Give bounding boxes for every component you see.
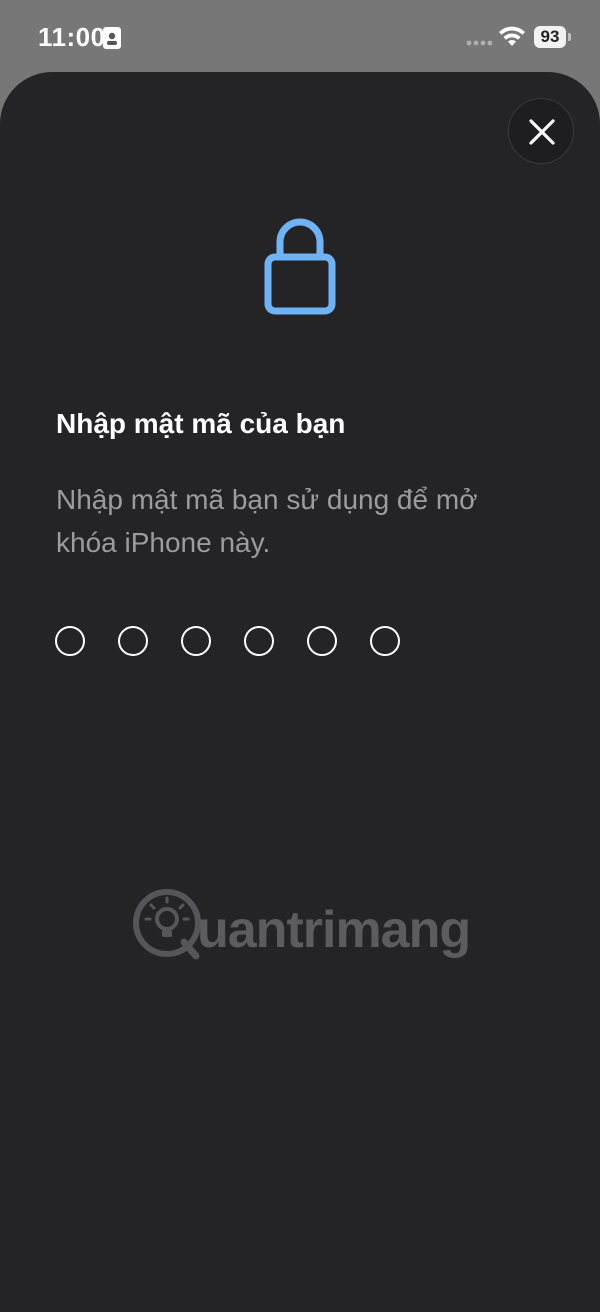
- battery-tip: [568, 33, 571, 41]
- passcode-dots[interactable]: [55, 626, 400, 658]
- wifi-icon: [499, 26, 525, 46]
- status-bar: 11:00 93: [0, 0, 600, 72]
- page-subtitle: Nhập mật mã bạn sử dụng để mở khóa iPhon…: [56, 484, 478, 558]
- status-time: 11:00: [38, 22, 106, 52]
- page-title: Nhập mật mã của bạn: [56, 408, 346, 439]
- lock-icon: [264, 218, 336, 315]
- passcode-dot: [118, 626, 148, 656]
- passcode-dot: [55, 626, 85, 656]
- passcode-dot: [307, 626, 337, 656]
- watermark-text: uantrimang: [197, 901, 471, 959]
- close-icon: [529, 119, 555, 145]
- battery-indicator: 93: [534, 26, 566, 48]
- signal-dots-icon: [466, 40, 492, 46]
- close-button[interactable]: [508, 98, 574, 164]
- passcode-dot: [181, 626, 211, 656]
- passcode-dot: [370, 626, 400, 656]
- passcode-dot: [244, 626, 274, 656]
- id-card-icon: [103, 27, 121, 49]
